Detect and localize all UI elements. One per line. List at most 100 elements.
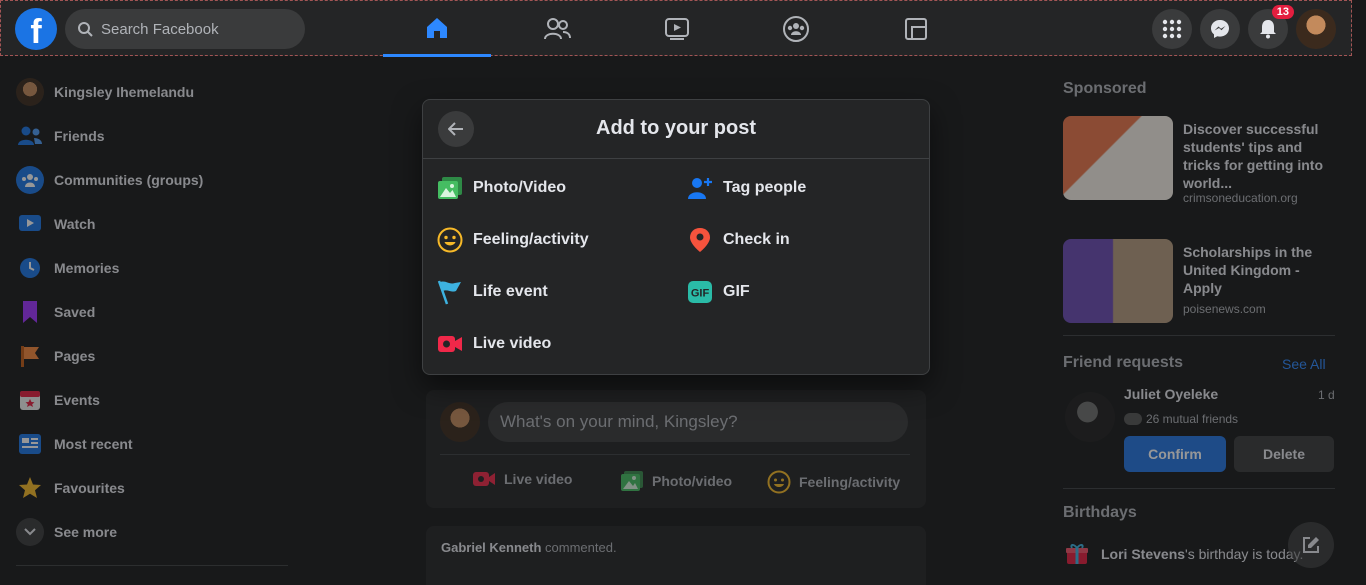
nav-tab-home[interactable] (383, 1, 491, 57)
sidebar-item-saved[interactable]: Saved (8, 290, 298, 334)
home-icon (427, 17, 447, 38)
option-live-video[interactable]: Live video (437, 322, 551, 366)
sidebar-item-label: Pages (54, 348, 96, 364)
life-event-icon (437, 279, 463, 305)
option-photo-video[interactable]: Photo/Video (437, 166, 566, 210)
option-label: Check in (723, 231, 790, 248)
sponsored-ad[interactable]: Discover successful students' tips and t… (1063, 116, 1343, 205)
sidebar-item-friends[interactable]: Friends (8, 114, 298, 158)
nav-tab-watch[interactable] (623, 1, 731, 57)
menu-button[interactable] (1152, 9, 1192, 49)
photo-video-icon (621, 471, 643, 491)
option-label: Life event (473, 283, 548, 300)
notifications-button[interactable]: 13 (1248, 5, 1294, 49)
birthday-name: Lori Stevens (1101, 546, 1186, 562)
sidebar-item-memories[interactable]: Memories (8, 246, 298, 290)
avatar (16, 78, 44, 106)
sidebar-item-label: Favourites (54, 480, 125, 496)
nav-tab-groups[interactable] (742, 1, 850, 57)
composer-action-label: Photo/video (652, 473, 733, 489)
ad-title: Scholarships in the United Kingdom - App… (1183, 244, 1313, 296)
check-in-icon (687, 227, 713, 253)
right-column: Sponsored Discover successful students' … (1052, 70, 1342, 585)
post-composer: What's on your mind, Kingsley? Live vide… (426, 390, 926, 508)
divider (440, 454, 910, 455)
sidebar-item-most-recent[interactable]: Most recent (8, 422, 298, 466)
sidebar-item-favourites[interactable]: Favourites (8, 466, 298, 510)
sidebar-item-see-more[interactable]: See more (8, 510, 298, 554)
sidebar-item-label: Kingsley Ihemelandu (54, 84, 195, 100)
svg-text:GIF: GIF (691, 288, 710, 300)
option-label: Photo/Video (473, 179, 567, 196)
ad-domain: crimsoneducation.org (1183, 191, 1298, 205)
dialog-title: Add to your post (596, 117, 756, 139)
composer-feeling-button[interactable]: Feeling/activity (767, 470, 900, 494)
gaming-icon (905, 18, 927, 40)
mutual-friends-text: 26 mutual friends (1146, 412, 1239, 426)
nav-tab-friends[interactable] (503, 1, 611, 57)
gift-icon (1066, 544, 1088, 564)
ad-title: Discover successful students' tips and t… (1183, 121, 1323, 191)
friend-request-avatar[interactable] (1065, 392, 1115, 442)
sidebar-item-events[interactable]: Events (8, 378, 298, 422)
chevron-down-icon (16, 518, 44, 546)
option-check-in[interactable]: Check in (687, 218, 790, 262)
live-video-icon (473, 472, 495, 486)
sidebar-item-label: Watch (54, 216, 96, 232)
option-label: Live video (473, 335, 552, 352)
tag-people-icon (687, 175, 713, 201)
add-to-post-dialog: Add to your post Photo/Video Feeling/act… (422, 99, 930, 375)
option-tag-people[interactable]: Tag people (687, 166, 806, 210)
option-life-event[interactable]: Life event (437, 270, 548, 314)
activity-author[interactable]: Gabriel Kenneth (441, 540, 541, 555)
new-message-button[interactable] (1288, 522, 1334, 568)
pages-icon (16, 342, 44, 370)
ad-image (1063, 239, 1173, 323)
mutual-friends-avatars (1124, 413, 1142, 425)
video-icon (665, 18, 689, 40)
friend-request-time: 1 d (1318, 388, 1335, 402)
composer-action-label: Feeling/activity (799, 474, 901, 490)
birthdays-heading: Birthdays (1063, 504, 1137, 521)
friend-request-name[interactable]: Juliet Oyeleke (1124, 386, 1218, 402)
search-bar[interactable] (65, 9, 305, 49)
search-input[interactable] (101, 20, 281, 38)
groups-icon (16, 166, 44, 194)
sidebar-item-watch[interactable]: Watch (8, 202, 298, 246)
nav-tab-gaming[interactable] (862, 1, 970, 57)
sponsored-ad[interactable]: Scholarships in the United Kingdom - App… (1063, 239, 1343, 323)
sidebar-item-pages[interactable]: Pages (8, 334, 298, 378)
watch-icon (16, 210, 44, 238)
bell-icon (1260, 20, 1276, 39)
see-all-link[interactable]: See All (1282, 356, 1326, 372)
favourites-icon (16, 474, 44, 502)
composer-photo-video-button[interactable]: Photo/video (620, 470, 732, 492)
profile-avatar[interactable] (1296, 9, 1336, 49)
confirm-button[interactable]: Confirm (1124, 436, 1226, 472)
grid-menu-icon (1162, 19, 1182, 39)
option-feeling-activity[interactable]: Feeling/activity (437, 218, 589, 262)
feed-post: Gabriel Kenneth commented. (426, 526, 926, 585)
composer-input[interactable]: What's on your mind, Kingsley? (488, 402, 908, 442)
facebook-logo[interactable]: f (15, 8, 57, 50)
option-label: Tag people (723, 179, 807, 196)
sidebar-item-profile[interactable]: Kingsley Ihemelandu (8, 70, 298, 114)
compose-icon (1303, 537, 1319, 553)
messenger-button[interactable] (1200, 9, 1240, 49)
delete-button[interactable]: Delete (1234, 436, 1334, 472)
top-navigation-bar: f 13 (0, 0, 1352, 57)
sidebar-item-label: Saved (54, 304, 96, 320)
photo-video-icon (437, 175, 463, 201)
sidebar-item-label: Friends (54, 128, 105, 144)
sidebar-item-label: Communities (groups) (54, 172, 204, 188)
friends-icon (544, 18, 571, 40)
mutual-friends: 26 mutual friends (1124, 412, 1238, 426)
birthday-item[interactable]: Lori Stevens's birthday is today. (1065, 542, 1303, 566)
sidebar-divider (16, 565, 288, 566)
sidebar-item-groups[interactable]: Communities (groups) (8, 158, 298, 202)
memories-icon (16, 254, 44, 282)
sidebar-item-label: Events (54, 392, 100, 408)
left-sidebar: Kingsley Ihemelandu Friends Communities … (8, 70, 298, 554)
option-gif[interactable]: GIF GIF (687, 270, 750, 314)
composer-live-video-button[interactable]: Live video (472, 470, 572, 488)
